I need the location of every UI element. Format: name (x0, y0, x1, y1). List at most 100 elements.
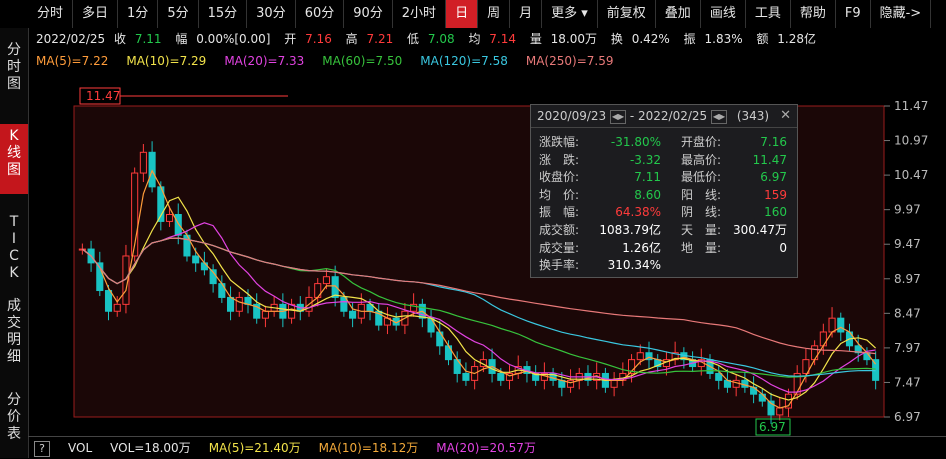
y-tick-label: 11.47 (894, 99, 928, 113)
stat-label: 阴 线: (681, 205, 722, 220)
toolbar-button-4[interactable]: 15分 (199, 0, 248, 28)
sidebar-tab-0[interactable]: 分时图 (0, 38, 28, 108)
toolbar-button-6[interactable]: 60分 (296, 0, 345, 28)
stat-label: 开盘价: (681, 135, 722, 149)
candle-body (715, 372, 723, 381)
candle-body (427, 317, 435, 333)
candle-body (165, 214, 174, 222)
y-tick-label: 8.47 (894, 306, 921, 320)
amt-label: 额 (756, 32, 769, 46)
stats-row-0: 涨跌幅: -31.80% 开盘价: 7.16 (531, 133, 797, 151)
toolbar-button-10[interactable]: 周 (478, 0, 511, 28)
candle-body (235, 296, 243, 312)
amp-value: 1.83% (704, 32, 743, 46)
toolbar-button-13[interactable]: 前复权 (598, 0, 656, 28)
candle-body (436, 331, 444, 347)
stat-label: 天 量: (681, 223, 722, 237)
candle-body (113, 303, 121, 312)
stat-value: 11.47 (752, 152, 787, 167)
y-tick-label: 7.47 (894, 375, 921, 389)
range-start-stepper-icon[interactable]: ◀▶ (610, 109, 626, 124)
stat-value: 6.97 (760, 170, 787, 185)
stats-row-5: 成交额: 1083.79亿 天 量: 300.47万 (531, 221, 797, 239)
stat-value: 7.16 (760, 135, 787, 149)
toolbar-button-9[interactable]: 日 (446, 0, 479, 28)
toolbar-button-7[interactable]: 90分 (344, 0, 393, 28)
stat-value: 1.26亿 (622, 240, 661, 255)
stat-label: 最低价: (681, 170, 722, 185)
y-tick-label: 7.97 (894, 341, 921, 355)
stat-value: 0 (779, 240, 787, 255)
candle-body (610, 379, 618, 388)
toolbar-button-15[interactable]: 画线 (701, 0, 746, 28)
toolbar-button-18[interactable]: F9 (836, 0, 871, 28)
toolbar-button-19[interactable]: 隐藏-> (871, 0, 932, 28)
low-marker-label: 6.97 (759, 420, 786, 434)
toolbar-button-14[interactable]: 叠加 (656, 0, 701, 28)
candle-body (636, 352, 644, 361)
open-value: 7.16 (305, 32, 332, 46)
sidebar-tab-4[interactable]: 分价表 (0, 388, 28, 458)
candle-body (837, 317, 845, 333)
candle-body (819, 331, 827, 347)
ma-legend-item-0: MA(5)=7.22 (36, 54, 109, 68)
stat-value: 159 (764, 187, 787, 202)
help-icon[interactable]: ? (34, 441, 50, 457)
candle-body (497, 372, 505, 381)
close-icon[interactable]: ✕ (780, 105, 791, 127)
stats-row-4: 振 幅: 64.38% 阴 线: 160 (531, 203, 797, 221)
y-tick-label: 8.97 (894, 272, 921, 286)
sidebar-tab-1[interactable]: K线图 (0, 124, 28, 194)
kline-chart[interactable]: 11.47 10.97 10.47 9.97 9.47 8.97 8.47 7.97 7.47 6… (28, 70, 946, 436)
stat-label: 地 量: (681, 240, 722, 255)
range-sep: - (629, 109, 635, 123)
low-value: 7.08 (427, 32, 455, 46)
high-marker-label: 11.47 (86, 89, 120, 103)
toolbar-button-8[interactable]: 2小时 (393, 0, 447, 28)
stat-label: 成交量: (539, 240, 580, 255)
toolbar-button-17[interactable]: 帮助 (791, 0, 836, 28)
quote-info-line: 2022/02/25 收 7.11 幅 0.00%[0.00] 开 7.16 高… (36, 30, 826, 48)
sidebar-tab-2[interactable]: TICK (0, 210, 28, 281)
candle-body (174, 214, 182, 236)
stat-value: 160 (764, 205, 787, 220)
candle-body (566, 379, 575, 388)
vol-value: 18.00万 (550, 32, 598, 46)
stat-value: 8.60 (634, 187, 661, 202)
toolbar-button-3[interactable]: 5分 (158, 0, 199, 28)
stat-label: 涨跌幅: (539, 135, 580, 149)
stat-value: -31.80% (610, 135, 661, 149)
vol-legend-item-1: VOL=18.00万 (110, 441, 191, 455)
volume-legend: ? VOL VOL=18.00万 MA(5)=21.40万 MA(10)=18.12万 M… (28, 436, 946, 459)
view-sidebar: 分时图 K线图 TICK 成交明细分价表 (0, 28, 29, 458)
stat-value: -3.32 (629, 152, 661, 167)
toolbar-button-5[interactable]: 30分 (247, 0, 296, 28)
toolbar-button-0[interactable]: 分时 (28, 0, 74, 28)
change-label: 幅 (175, 32, 188, 46)
stat-value: 7.11 (634, 170, 661, 185)
candle-body (828, 317, 836, 333)
stat-label: 涨 跌: (539, 152, 580, 167)
sidebar-tab-3[interactable]: 成交明细 (0, 294, 28, 382)
toolbar-button-12[interactable]: 更多 ▾ (542, 0, 598, 28)
candle-body (462, 372, 470, 381)
stat-label: 换手率: (539, 258, 580, 273)
range-count: (343) (736, 109, 770, 123)
toolbar-button-1[interactable]: 多日 (73, 0, 119, 28)
stat-label: 成交额: (539, 223, 580, 237)
candle-body (758, 393, 766, 402)
period-toolbar: 分时 多日 1分 5分 15分 30分 60分 90分 2小时日周月更多 ▾ 前复权 叠加 画线 工具帮… (28, 0, 946, 28)
range-end-stepper-icon[interactable]: ◀▶ (711, 109, 727, 124)
toolbar-button-2[interactable]: 1分 (118, 0, 159, 28)
candle-body (776, 407, 784, 416)
toolbar-button-11[interactable]: 月 (510, 0, 543, 28)
candle-body (288, 303, 296, 319)
range-header: 2020/09/23 ◀▶ - 2022/02/25 ◀▶ (343) ✕ (531, 105, 797, 128)
turnover-value: 0.42% (631, 32, 670, 46)
toolbar-button-16[interactable]: 工具 (746, 0, 791, 28)
range-start: 2020/09/23 (537, 109, 607, 123)
info-date: 2022/02/25 (36, 32, 106, 46)
stat-label: 最高价: (681, 152, 722, 167)
open-label: 开 (284, 32, 297, 46)
stats-row-6: 成交量: 1.26亿 地 量: 0 (531, 239, 797, 257)
